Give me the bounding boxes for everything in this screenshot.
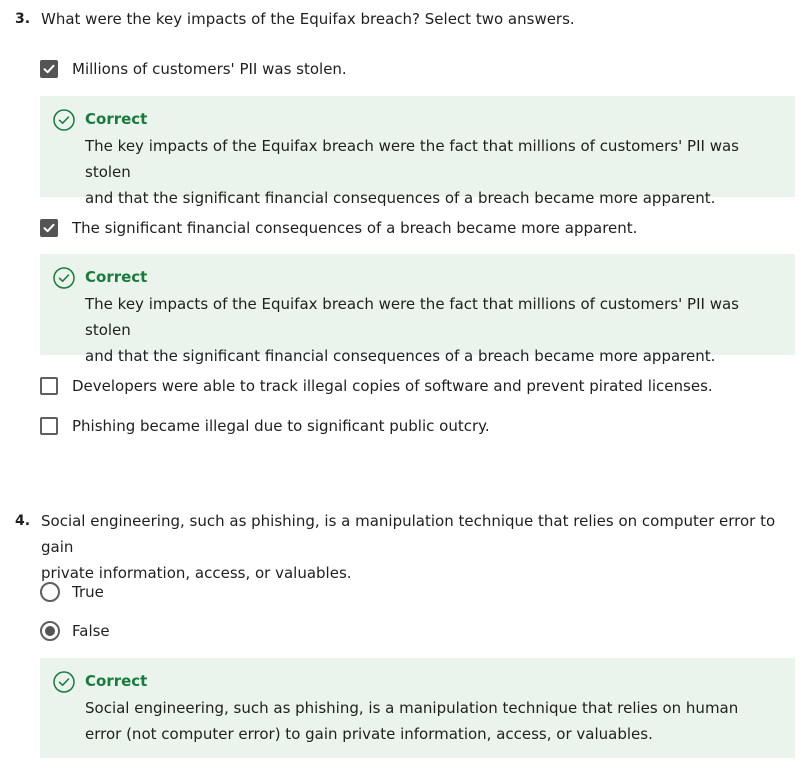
feedback-text: The key impacts of the Equifax breach we… [85, 291, 785, 369]
option-label: True [72, 583, 104, 601]
option-label: False [72, 622, 110, 640]
feedback-correct: Correct Social engineering, such as phis… [40, 658, 795, 758]
feedback-correct: Correct The key impacts of the Equifax b… [40, 254, 795, 365]
question-text: Social engineering, such as phishing, is… [41, 508, 796, 586]
feedback-text-line: The key impacts of the Equifax breach we… [85, 137, 739, 181]
answer-option-checkbox[interactable]: Developers were able to track illegal co… [40, 374, 713, 398]
answer-option-checkbox[interactable]: Phishing became illegal due to significa… [40, 414, 490, 438]
answer-option-radio[interactable]: False [40, 619, 110, 643]
feedback-correct: Correct The key impacts of the Equifax b… [40, 96, 795, 207]
feedback-text-line: The key impacts of the Equifax breach we… [85, 295, 739, 339]
answer-option-checkbox[interactable]: Millions of customers' PII was stolen. [40, 57, 347, 81]
option-label: Phishing became illegal due to significa… [72, 417, 490, 435]
check-circle-icon [53, 109, 75, 131]
option-label: Developers were able to track illegal co… [72, 377, 713, 395]
question-text-line: Social engineering, such as phishing, is… [41, 512, 776, 556]
radio-selected[interactable] [40, 621, 60, 641]
checkbox-unchecked[interactable] [40, 417, 58, 435]
answer-option-radio[interactable]: True [40, 580, 104, 604]
option-label: Millions of customers' PII was stolen. [72, 60, 347, 78]
feedback-text: Social engineering, such as phishing, is… [85, 695, 785, 747]
checkbox-checked[interactable] [40, 219, 58, 237]
radio-unselected[interactable] [40, 582, 60, 602]
checkmark-icon [43, 223, 55, 233]
question-text-line: private information, access, or valuable… [41, 564, 352, 582]
question-text: What were the key impacts of the Equifax… [41, 10, 575, 28]
answer-option-checkbox[interactable]: The significant financial consequences o… [40, 216, 637, 240]
question-number: 4. [15, 513, 31, 529]
checkbox-unchecked[interactable] [40, 377, 58, 395]
question-number: 3. [15, 11, 31, 27]
feedback-text-line: and that the significant financial conse… [85, 347, 716, 365]
radio-dot [45, 626, 55, 636]
feedback-text: The key impacts of the Equifax breach we… [85, 133, 785, 211]
feedback-text-line: error (not computer error) to gain priva… [85, 725, 653, 743]
check-circle-icon [53, 267, 75, 289]
check-circle-icon [53, 671, 75, 693]
feedback-text-line: Social engineering, such as phishing, is… [85, 699, 739, 717]
feedback-status: Correct [85, 268, 148, 286]
feedback-text-line: and that the significant financial conse… [85, 189, 716, 207]
checkbox-checked[interactable] [40, 60, 58, 78]
option-label: The significant financial consequences o… [72, 219, 638, 237]
checkmark-icon [43, 64, 55, 74]
feedback-status: Correct [85, 110, 148, 128]
feedback-status: Correct [85, 672, 148, 690]
